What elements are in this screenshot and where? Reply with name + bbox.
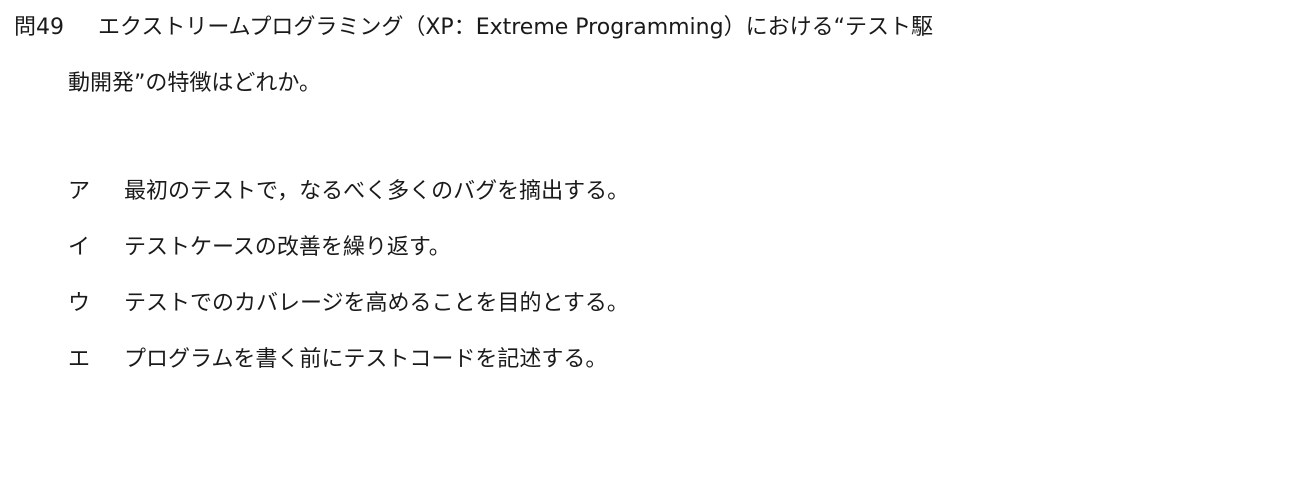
choice-label: イ xyxy=(68,235,91,260)
question-text-line-2: 動開発”の特徴はどれか。 xyxy=(68,71,321,96)
choice-text: テストケースの改善を繰り返す。 xyxy=(124,235,451,260)
question-number: 問49 xyxy=(14,15,64,40)
choice-text: 最初のテストで，なるべく多くのバグを摘出する。 xyxy=(124,179,630,204)
choice-label: エ xyxy=(68,347,91,372)
question-line-1: 問49 エクストリームプログラミング（XP：Extreme Programming… xyxy=(14,12,933,44)
choice-text: テストでのカバレージを高めることを目的とする。 xyxy=(124,291,629,316)
choice-text: プログラムを書く前にテストコードを記述する。 xyxy=(124,347,608,372)
choice-u: ウ テストでのカバレージを高めることを目的とする。 xyxy=(68,288,629,344)
choice-a: ア 最初のテストで，なるべく多くのバグを摘出する。 xyxy=(68,176,629,232)
choice-i: イ テストケースの改善を繰り返す。 xyxy=(68,232,629,288)
choice-label: ウ xyxy=(68,291,91,316)
question-text-line-1: エクストリームプログラミング（XP：Extreme Programming）にお… xyxy=(98,15,933,40)
exam-page: 問49 エクストリームプログラミング（XP：Extreme Programming… xyxy=(0,0,1289,501)
choice-label: ア xyxy=(68,179,91,204)
choice-e: エ プログラムを書く前にテストコードを記述する。 xyxy=(68,344,629,400)
answer-choices: ア 最初のテストで，なるべく多くのバグを摘出する。 イ テストケースの改善を繰り… xyxy=(68,176,629,400)
